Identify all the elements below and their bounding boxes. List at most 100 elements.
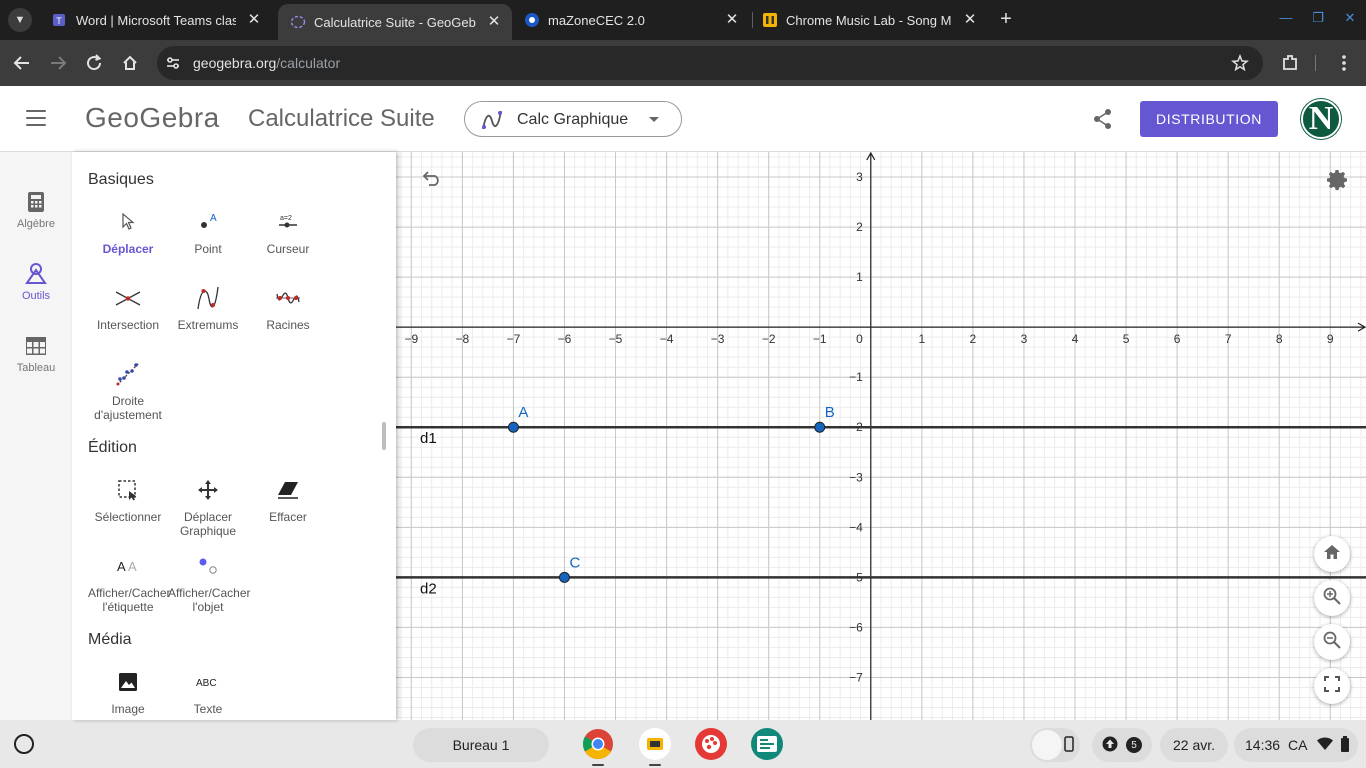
app-picker-dropdown[interactable]: Calc Graphique — [464, 101, 682, 137]
y-tick-label: 1 — [856, 270, 863, 284]
graphics-view[interactable]: −9 −8 −7 −6 −5 −4 −3 −2 −1 1 2 3 4 5 6 7 8 9 −7 −6 −5 −4 −3 −2−… — [396, 152, 1366, 720]
home-view-button[interactable] — [1314, 536, 1350, 572]
tool-roots[interactable]: Racines — [248, 284, 328, 332]
close-icon[interactable]: ✕ — [724, 12, 740, 28]
mazone-icon — [524, 12, 540, 28]
bookmark-star-icon[interactable] — [1231, 53, 1249, 77]
tool-point[interactable]: A Point — [168, 208, 248, 256]
home-icon[interactable] — [118, 51, 142, 75]
close-icon[interactable]: ✕ — [962, 12, 978, 28]
point-C[interactable] — [558, 571, 570, 583]
tool-select[interactable]: Sélectionner — [88, 476, 168, 524]
phone-icon — [1064, 735, 1074, 755]
tool-intersection[interactable]: Intersection — [88, 284, 168, 332]
extensions-icon[interactable] — [1278, 51, 1302, 75]
new-tab-button[interactable]: + — [995, 8, 1017, 30]
close-icon[interactable]: ✕ — [246, 12, 262, 28]
app-title: Calculatrice Suite — [248, 105, 435, 132]
zoom-out-icon — [1323, 631, 1341, 654]
tool-fit-line[interactable]: Droite d'ajustement — [88, 360, 168, 422]
close-window-icon[interactable]: ✕ — [1340, 8, 1360, 28]
svg-text:a=2: a=2 — [280, 215, 292, 222]
tool-label-toggle[interactable]: AA Afficher/Cacher l'étiquette — [88, 552, 170, 614]
svg-text:T: T — [56, 16, 62, 26]
tab-teams[interactable]: T Word | Microsoft Teams classic ✕ — [40, 0, 272, 40]
zoom-out-button[interactable] — [1314, 624, 1350, 660]
chevron-down-icon: ▼ — [14, 14, 26, 26]
rail-item-table[interactable]: Tableau — [0, 334, 72, 394]
x-tick-label: −2 — [762, 332, 776, 346]
tool-text[interactable]: ABC Texte — [168, 668, 248, 716]
fullscreen-button[interactable] — [1314, 668, 1350, 704]
x-tick-label: −9 — [404, 332, 418, 346]
gear-icon[interactable] — [1326, 168, 1350, 197]
tool-eraser[interactable]: Effacer — [248, 476, 328, 524]
y-tick-label: 2 — [856, 220, 863, 234]
tab-mazone[interactable]: maZoneCEC 2.0 ✕ — [512, 0, 750, 40]
forward-icon[interactable] — [46, 51, 70, 75]
zoom-in-button[interactable] — [1314, 580, 1350, 616]
distribution-button[interactable]: DISTRIBUTION — [1140, 101, 1278, 137]
teams-icon: T — [52, 12, 68, 28]
site-info-icon[interactable] — [165, 55, 181, 76]
launcher-icon[interactable] — [14, 734, 34, 754]
tab-search-button[interactable]: ▼ — [8, 8, 32, 32]
app-icon-yellow[interactable] — [639, 728, 671, 760]
tools-panel: Basiques Déplacer A Point a=2 Curseur In… — [72, 152, 396, 720]
avatar[interactable]: N — [1301, 99, 1341, 139]
point-label-C: C — [569, 554, 580, 571]
tool-label: Droite d'ajustement — [94, 394, 162, 422]
wifi-icon — [1316, 736, 1334, 754]
tool-label: Point — [194, 242, 222, 256]
point-label-A: A — [518, 404, 528, 421]
tools-scrollbar[interactable] — [382, 422, 386, 450]
close-icon[interactable]: ✕ — [486, 14, 502, 30]
tab-music-lab[interactable]: Chrome Music Lab - Song Maker ✕ — [750, 0, 988, 40]
status-tray[interactable]: 14:36 CA — [1234, 728, 1358, 762]
rail-label: Outils — [21, 290, 51, 302]
graph-canvas[interactable]: −9 −8 −7 −6 −5 −4 −3 −2 −1 1 2 3 4 5 6 7 8 9−7−6−5−4−3−2−… — [396, 152, 1366, 720]
geogebra-icon — [290, 14, 306, 30]
classroom-icon[interactable] — [751, 728, 783, 760]
chrome-icon[interactable] — [582, 728, 614, 760]
svg-text:ABC: ABC — [196, 678, 217, 689]
x-tick-label: −4 — [660, 332, 674, 346]
undo-icon[interactable] — [420, 170, 444, 191]
point-A[interactable] — [507, 421, 519, 433]
roots-icon — [274, 284, 302, 312]
x-tick-label: 6 — [1174, 332, 1181, 346]
tool-slider[interactable]: a=2 Curseur — [248, 208, 328, 256]
notification-pill[interactable]: 5 — [1092, 728, 1152, 762]
x-tick-label: 8 — [1276, 332, 1283, 346]
tool-move[interactable]: Déplacer — [88, 208, 168, 256]
tool-image[interactable]: Image — [88, 668, 168, 716]
address-bar[interactable]: geogebra.org/calculator — [157, 46, 1263, 80]
line-label-d1: d1 — [420, 430, 437, 447]
back-icon[interactable] — [10, 51, 34, 75]
share-icon[interactable] — [1092, 108, 1114, 135]
tool-label: Racines — [266, 318, 310, 332]
more-menu-icon[interactable] — [1332, 51, 1356, 75]
desk-button[interactable]: Bureau 1 — [413, 728, 549, 762]
rail-item-tools[interactable]: Outils — [0, 262, 72, 322]
minimize-icon[interactable]: — — [1276, 8, 1296, 28]
tab-title: maZoneCEC 2.0 — [548, 12, 645, 28]
menu-icon[interactable] — [26, 110, 46, 128]
date-pill[interactable]: 22 avr. — [1160, 728, 1228, 762]
rail-item-algebra[interactable]: Algèbre — [0, 190, 72, 250]
intersection-icon — [114, 284, 142, 312]
section-title: Édition — [88, 439, 137, 456]
point-B[interactable] — [814, 421, 826, 433]
palette-icon[interactable] — [695, 728, 727, 760]
geogebra-logo[interactable]: GeoGebra — [85, 102, 220, 134]
y-tick-label: −4 — [849, 520, 863, 534]
point-label-B: B — [825, 404, 835, 421]
reload-icon[interactable] — [82, 51, 106, 75]
tool-move-graphics[interactable]: Déplacer Graphique — [168, 476, 248, 538]
tab-geogebra[interactable]: Calculatrice Suite - GeoGebra ✕ — [278, 4, 512, 40]
maximize-icon[interactable]: ❐ — [1308, 8, 1328, 28]
tool-label: Déplacer — [102, 242, 154, 256]
tool-object-toggle[interactable]: Afficher/Cacher l'objet — [168, 552, 250, 614]
phone-hub-pill[interactable] — [1030, 728, 1080, 762]
tool-extremum[interactable]: Extremums — [168, 284, 248, 332]
